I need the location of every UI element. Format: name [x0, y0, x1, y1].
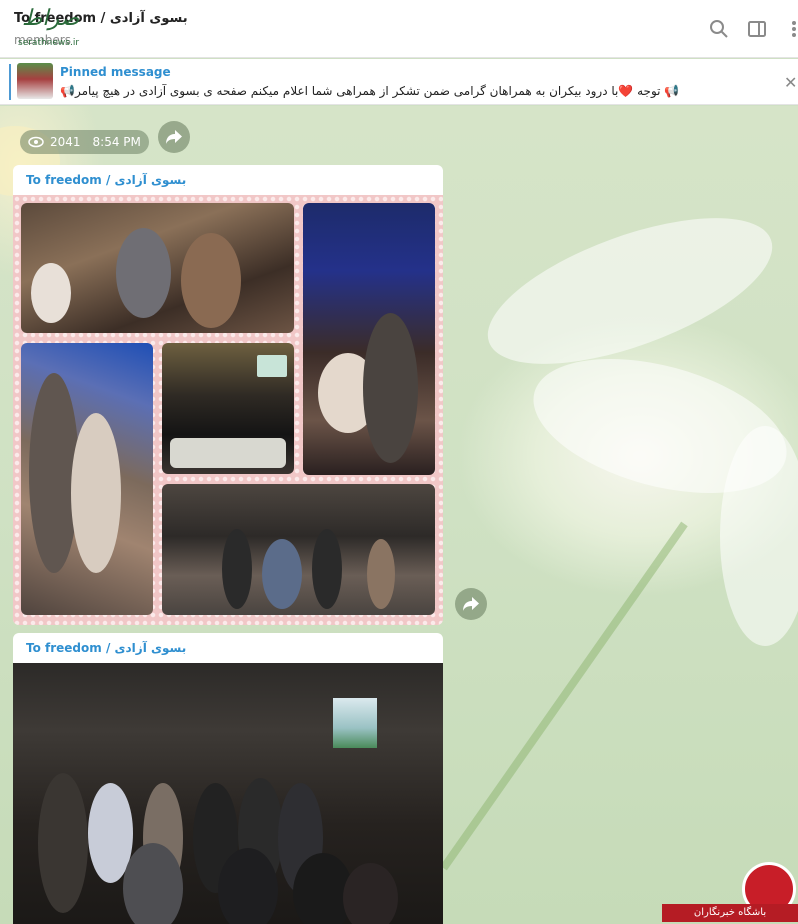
message-time: 8:54 PM: [92, 135, 141, 149]
photo-detail: [262, 539, 302, 609]
photo-detail: [181, 233, 241, 328]
close-icon[interactable]: ✕: [784, 73, 797, 92]
pinned-title: Pinned message: [60, 65, 171, 79]
flower-stem: [440, 521, 688, 871]
projector-screen: [333, 698, 377, 748]
photo-detail: [257, 355, 287, 377]
photo-group[interactable]: [162, 484, 435, 615]
post-author[interactable]: To freedom / بسوی آزادی: [13, 165, 443, 195]
message-card[interactable]: To freedom / بسوی آزادی: [13, 165, 443, 625]
photo-stage-dance[interactable]: [303, 203, 435, 475]
news-watermark-bottom: باشگاه خبرنگاران: [662, 862, 798, 924]
photo-detail: [31, 263, 71, 323]
pinned-thumbnail: [17, 63, 53, 99]
photo-detail: [71, 413, 121, 573]
photo-dinner-table[interactable]: [162, 343, 294, 474]
pinned-accent-bar: [9, 64, 11, 100]
photo-detail: [38, 773, 88, 913]
view-counter: 2041 8:54 PM: [20, 130, 149, 154]
watermark-logo-text: صراط: [22, 6, 80, 31]
photo-detail: [343, 863, 398, 924]
forward-button[interactable]: [455, 588, 487, 620]
post-author[interactable]: To freedom / بسوی آزادی: [13, 633, 443, 663]
forward-icon: [463, 597, 479, 611]
flower-petal: [720, 426, 798, 646]
news-watermark-logo: صراط serathnews.ir: [8, 4, 100, 52]
photo-detail: [312, 529, 342, 609]
photo-collage[interactable]: [13, 195, 443, 625]
message-card[interactable]: To freedom / بسوی آزادی: [13, 633, 443, 924]
eye-icon: [28, 136, 44, 148]
photo-detail: [116, 228, 171, 318]
sidebar-icon[interactable]: [746, 18, 768, 40]
more-icon[interactable]: [786, 18, 798, 40]
forward-button[interactable]: [158, 121, 190, 153]
photo-dancing[interactable]: [21, 203, 294, 333]
pinned-message-bar[interactable]: Pinned message 📢 توجه ❤️با درود بیکران ب…: [0, 59, 798, 105]
photo-couple-dance[interactable]: [21, 343, 153, 615]
photo-detail: [367, 539, 395, 609]
forward-icon: [166, 130, 182, 144]
photo-detail: [218, 848, 278, 924]
view-count: 2041: [50, 135, 81, 149]
watermark-bottom-text: باشگاه خبرنگاران: [662, 904, 798, 922]
photo-detail: [123, 843, 183, 924]
chat-header: To freedom / بسوی آزادی members: [0, 0, 798, 58]
photo-detail: [363, 313, 418, 463]
pinned-text: 📢 توجه ❤️با درود بیکران به همراهان گرامی…: [60, 84, 680, 98]
watermark-url: serathnews.ir: [18, 38, 80, 48]
search-icon[interactable]: [708, 18, 730, 40]
photo-detail: [170, 438, 286, 468]
photo-detail: [222, 529, 252, 609]
photo-group-event[interactable]: [13, 663, 443, 924]
